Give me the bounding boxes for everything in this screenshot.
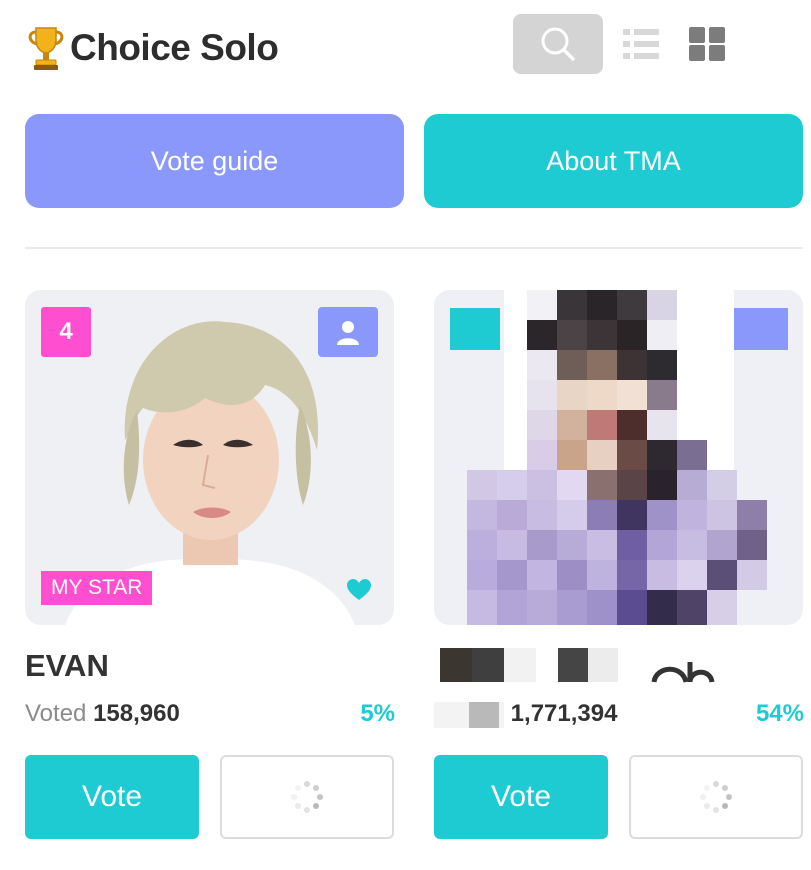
candidate-photo[interactable] — [434, 290, 803, 625]
vote-guide-button[interactable]: Vote guide — [25, 114, 404, 208]
search-icon — [541, 27, 575, 61]
divider — [25, 247, 803, 249]
header: Choice Solo — [24, 14, 804, 78]
candidate-card: 1,771,394 54% Vote — [434, 290, 804, 850]
page-title-group: Choice Solo — [24, 24, 279, 72]
about-tma-button[interactable]: About TMA — [424, 114, 803, 208]
candidate-name: EVAN — [25, 648, 109, 683]
candidate-card: 4 MY STAR EVAN Voted 158,960 5% Vote — [25, 290, 395, 850]
candidate-name-redacted — [434, 642, 734, 688]
grid-view-icon — [689, 27, 725, 61]
profile-button[interactable] — [318, 307, 378, 357]
loading-spinner-icon — [291, 781, 323, 813]
vote-count: Voted 158,960 — [25, 700, 180, 728]
loading-button[interactable] — [629, 755, 803, 839]
voted-label: Voted — [25, 700, 87, 727]
vote-button[interactable]: Vote — [25, 755, 199, 839]
vote-count: 1,771,394 — [434, 700, 617, 728]
vote-button[interactable]: Vote — [434, 755, 608, 839]
loading-spinner-icon — [700, 781, 732, 813]
grid-view-button[interactable] — [688, 26, 726, 62]
loading-button[interactable] — [220, 755, 394, 839]
list-view-icon — [623, 29, 659, 59]
pixelated-portrait — [434, 290, 803, 625]
user-icon — [337, 321, 359, 345]
vote-number: 1,771,394 — [510, 700, 618, 727]
candidate-photo[interactable]: 4 MY STAR — [25, 290, 394, 625]
list-view-button[interactable] — [621, 26, 661, 62]
my-star-badge: MY STAR — [41, 571, 153, 605]
heart-icon[interactable] — [346, 578, 372, 602]
rank-badge: 4 — [41, 307, 91, 357]
voted-label-redacted — [434, 701, 504, 728]
vote-percent: 54% — [755, 700, 804, 727]
vote-percent: 5% — [360, 700, 395, 727]
page-title: Choice Solo — [70, 27, 279, 68]
search-button[interactable] — [513, 14, 603, 74]
vote-number: 158,960 — [93, 700, 180, 727]
trophy-icon — [24, 24, 68, 72]
